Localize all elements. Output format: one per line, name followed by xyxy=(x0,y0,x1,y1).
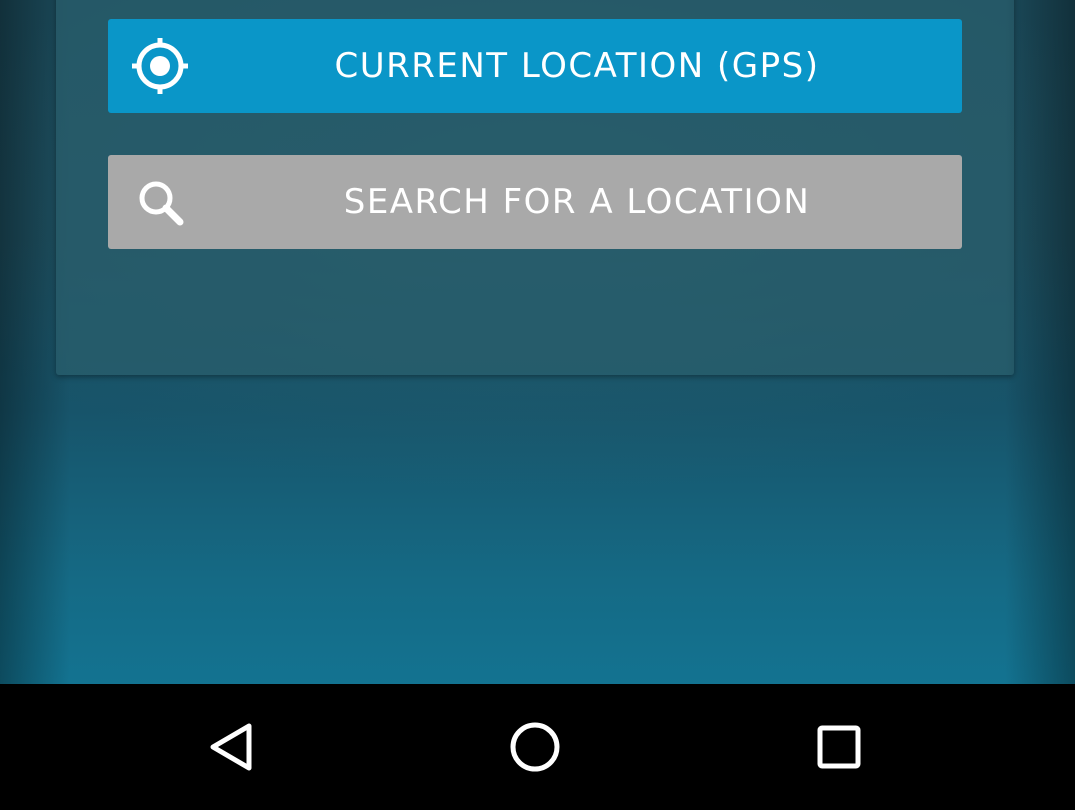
back-button[interactable] xyxy=(200,714,266,780)
recents-button[interactable] xyxy=(806,714,872,780)
system-navigation-bar xyxy=(0,684,1075,810)
app-background: CURRENT LOCATION (GPS) SEARCH FOR A LOCA… xyxy=(0,0,1075,684)
back-triangle-icon xyxy=(210,723,252,771)
screen: CURRENT LOCATION (GPS) SEARCH FOR A LOCA… xyxy=(0,0,1075,810)
home-button[interactable] xyxy=(502,714,568,780)
search-button-label: SEARCH FOR A LOCATION xyxy=(343,182,811,222)
home-circle-icon xyxy=(510,722,560,772)
search-location-button[interactable]: SEARCH FOR A LOCATION xyxy=(108,155,962,249)
current-location-gps-button[interactable]: CURRENT LOCATION (GPS) xyxy=(108,19,962,113)
location-dialog: CURRENT LOCATION (GPS) SEARCH FOR A LOCA… xyxy=(56,0,1014,375)
recents-square-icon xyxy=(817,725,861,769)
gps-button-label: CURRENT LOCATION (GPS) xyxy=(334,46,820,86)
